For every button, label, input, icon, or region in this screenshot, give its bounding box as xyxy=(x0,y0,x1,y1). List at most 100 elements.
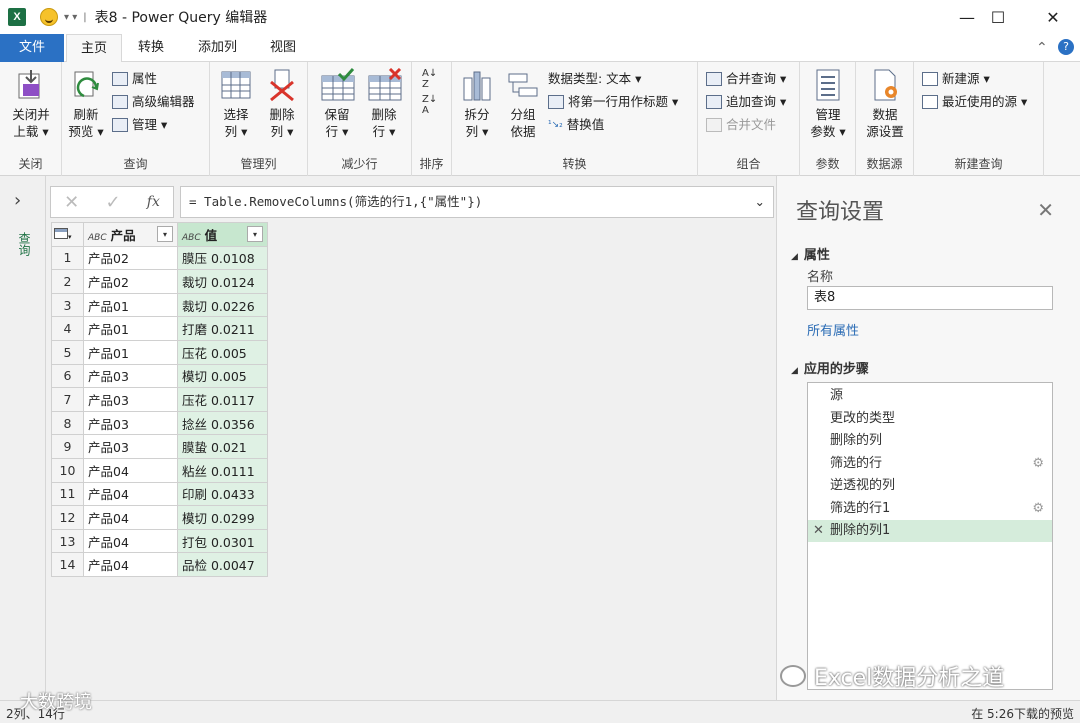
table-cell[interactable]: 模切 0.0299 xyxy=(177,505,268,530)
table-cell[interactable]: 裁切 0.0226 xyxy=(177,292,268,318)
table-cell[interactable]: 压花 0.005 xyxy=(177,339,268,365)
table-cell[interactable]: 打磨 0.0211 xyxy=(177,316,268,341)
step-removed-columns[interactable]: 删除的列 xyxy=(808,430,1052,452)
table-row[interactable]: 8 产品03 捻丝 0.0356 xyxy=(51,410,268,436)
table-cell[interactable]: 产品04 xyxy=(83,457,178,483)
manage-parameters-button[interactable]: 管理 参数 ▾ xyxy=(806,68,850,140)
table-menu-icon[interactable]: ▾ xyxy=(51,222,84,247)
table-cell[interactable]: 产品01 xyxy=(83,339,178,365)
remove-columns-button[interactable]: 删除 列 ▾ xyxy=(262,68,302,140)
table-row[interactable]: 1 产品02 膜压 0.0108 xyxy=(51,245,268,271)
gear-icon[interactable]: ⚙ xyxy=(1032,453,1044,475)
step-filtered-rows-1[interactable]: 筛选的行1 ⚙ xyxy=(808,498,1052,520)
table-cell[interactable]: 印刷 0.0433 xyxy=(177,481,268,507)
table-cell[interactable]: 产品01 xyxy=(83,292,178,318)
split-column-button[interactable]: 拆分 列 ▾ xyxy=(456,68,498,140)
expand-queries-icon[interactable]: › xyxy=(14,190,21,211)
delete-step-icon[interactable]: ✕ xyxy=(813,520,824,542)
keep-rows-button[interactable]: 保留 行 ▾ xyxy=(316,67,358,140)
help-icon[interactable]: ? xyxy=(1058,39,1074,55)
close-pane-icon[interactable]: ✕ xyxy=(1037,198,1054,222)
step-unpivoted-columns[interactable]: 逆透视的列 xyxy=(808,475,1052,497)
cancel-formula-icon[interactable]: ✕ xyxy=(64,192,79,213)
properties-section-header[interactable]: ◢ 属性 xyxy=(791,244,830,263)
table-cell[interactable]: 粘丝 0.0111 xyxy=(177,457,268,483)
column-header-product[interactable]: ABC 产品 ▾ xyxy=(83,222,178,247)
data-type-dropdown[interactable]: 数据类型: 文本 ▾ xyxy=(548,69,641,89)
use-first-row-headers-button[interactable]: 将第一行用作标题 ▾ xyxy=(548,92,678,112)
table-cell[interactable]: 裁切 0.0124 xyxy=(177,269,268,294)
table-row[interactable]: 4 产品01 打磨 0.0211 xyxy=(51,316,268,341)
table-cell[interactable]: 产品02 xyxy=(83,245,178,271)
applied-steps-header[interactable]: ◢ 应用的步骤 xyxy=(791,358,869,377)
expand-formula-icon[interactable]: ⌄ xyxy=(755,187,765,217)
gear-icon[interactable]: ⚙ xyxy=(1032,498,1044,520)
table-row[interactable]: 5 产品01 压花 0.005 xyxy=(51,339,268,365)
step-filtered-rows[interactable]: 筛选的行 ⚙ xyxy=(808,453,1052,475)
fx-icon[interactable]: fx xyxy=(147,194,160,210)
sort-ascending-icon[interactable]: A↓ Z xyxy=(422,68,437,90)
all-properties-link[interactable]: 所有属性 xyxy=(807,320,859,339)
tab-view[interactable]: 视图 xyxy=(256,34,310,62)
table-row[interactable]: 9 产品03 膜蛰 0.021 xyxy=(51,434,268,459)
append-queries-button[interactable]: 追加查询 ▾ xyxy=(706,92,786,112)
maximize-button[interactable]: ☐ xyxy=(975,0,1021,34)
manage-button[interactable]: 管理 ▾ xyxy=(112,115,167,135)
table-cell[interactable]: 产品04 xyxy=(83,505,178,530)
table-cell[interactable]: 打包 0.0301 xyxy=(177,528,268,554)
recent-sources-button[interactable]: 最近使用的源 ▾ xyxy=(922,92,1027,112)
table-cell[interactable]: 捻丝 0.0356 xyxy=(177,410,268,436)
collapse-ribbon-icon[interactable]: ⌃ xyxy=(1036,40,1048,56)
table-row[interactable]: 12 产品04 模切 0.0299 xyxy=(51,505,268,530)
queries-pane-label[interactable]: 查询 xyxy=(16,232,33,256)
column-header-value[interactable]: ABC 值 ▾ xyxy=(177,222,268,247)
formula-input[interactable]: = Table.RemoveColumns(筛选的行1,{"属性"}) ⌄ xyxy=(180,186,774,218)
tab-home[interactable]: 主页 xyxy=(66,34,123,63)
close-window-button[interactable]: ✕ xyxy=(1030,0,1076,34)
refresh-preview-button[interactable]: 刷新 预览 ▾ xyxy=(64,68,108,140)
table-cell[interactable]: 产品04 xyxy=(83,481,178,507)
filter-dropdown-icon[interactable]: ▾ xyxy=(157,226,173,243)
filter-dropdown-icon[interactable]: ▾ xyxy=(247,226,263,243)
table-row[interactable]: 6 产品03 模切 0.005 xyxy=(51,363,268,389)
table-cell[interactable]: 品检 0.0047 xyxy=(177,552,268,577)
table-row[interactable]: 2 产品02 裁切 0.0124 xyxy=(51,269,268,294)
remove-rows-button[interactable]: 删除 行 ▾ xyxy=(362,67,406,140)
table-row[interactable]: 13 产品04 打包 0.0301 xyxy=(51,528,268,554)
table-cell[interactable]: 产品04 xyxy=(83,528,178,554)
properties-button[interactable]: 属性 xyxy=(112,69,157,89)
table-row[interactable]: 14 产品04 品检 0.0047 xyxy=(51,552,268,577)
sort-descending-icon[interactable]: Z↓ A xyxy=(422,94,437,116)
choose-columns-button[interactable]: 选择 列 ▾ xyxy=(216,68,256,140)
table-cell[interactable]: 产品03 xyxy=(83,410,178,436)
table-cell[interactable]: 产品03 xyxy=(83,363,178,389)
tab-add-column[interactable]: 添加列 xyxy=(184,34,251,62)
group-by-button[interactable]: 分组 依据 xyxy=(502,68,544,140)
table-cell[interactable]: 产品04 xyxy=(83,552,178,577)
data-source-settings-button[interactable]: 数据 源设置 xyxy=(862,68,908,140)
confirm-formula-icon[interactable]: ✓ xyxy=(105,192,120,213)
advanced-editor-button[interactable]: 高级编辑器 xyxy=(112,92,195,112)
table-cell[interactable]: 膜蛰 0.021 xyxy=(177,434,268,459)
tab-transform[interactable]: 转换 xyxy=(124,34,178,62)
table-cell[interactable]: 压花 0.0117 xyxy=(177,387,268,412)
replace-values-button[interactable]: ¹↘₂ 替换值 xyxy=(548,115,604,135)
step-changed-type[interactable]: 更改的类型 xyxy=(808,408,1052,430)
table-cell[interactable]: 膜压 0.0108 xyxy=(177,245,268,271)
step-removed-columns-1[interactable]: ✕ 删除的列1 xyxy=(808,520,1052,542)
table-cell[interactable]: 产品02 xyxy=(83,269,178,294)
feedback-smile-icon[interactable] xyxy=(40,8,58,26)
combine-files-button[interactable]: 合并文件 xyxy=(706,115,776,135)
table-cell[interactable]: 产品01 xyxy=(83,316,178,341)
merge-queries-button[interactable]: 合并查询 ▾ xyxy=(706,69,786,89)
table-cell[interactable]: 模切 0.005 xyxy=(177,363,268,389)
table-row[interactable]: 3 产品01 裁切 0.0226 xyxy=(51,292,268,318)
close-load-button[interactable]: 关闭并 上载 ▾ xyxy=(6,68,56,140)
new-source-button[interactable]: 新建源 ▾ xyxy=(922,69,990,89)
step-source[interactable]: 源 xyxy=(808,385,1052,407)
query-name-input[interactable]: 表8 xyxy=(807,286,1053,310)
table-row[interactable]: 7 产品03 压花 0.0117 xyxy=(51,387,268,412)
table-cell[interactable]: 产品03 xyxy=(83,387,178,412)
tab-file[interactable]: 文件 xyxy=(0,34,64,62)
qat-dropdown-icon[interactable]: ▾ ▾ xyxy=(64,12,77,23)
